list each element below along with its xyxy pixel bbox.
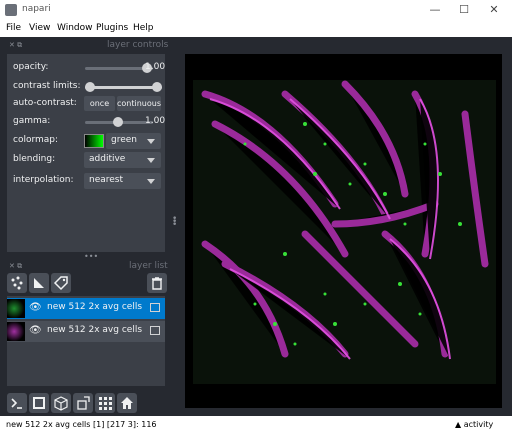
window-title: napari [22,4,51,14]
title-bar: napari — ☐ ✕ [0,0,512,21]
console-button[interactable] [7,393,27,413]
interpolation-dropdown[interactable]: nearest [84,173,161,189]
tag-icon [53,276,68,291]
maximize-button[interactable]: ☐ [455,2,473,18]
home-icon [121,397,133,409]
layer-thumbnail [7,299,25,318]
gamma-slider[interactable] [85,114,153,130]
delete-layer-button[interactable] [147,273,167,293]
opacity-value: 1.00 [145,62,166,72]
auto-contrast-once-button[interactable]: once [84,96,115,111]
terminal-icon [11,398,22,409]
layer-name: new 512 2x avg cells [1] [47,302,145,312]
opacity-label: opacity: [13,62,49,72]
minimize-button[interactable]: — [426,2,444,18]
image-layer-icon [150,326,160,335]
gamma-value: 1.00 [145,116,166,126]
status-bar: new 512 2x avg cells [1] [217 3]: 116 ▲ … [0,416,512,434]
menu-help[interactable]: Help [133,23,154,33]
chevron-down-icon [147,139,155,144]
square-icon [33,397,45,409]
chevron-down-icon [147,179,155,184]
interpolation-label: interpolation: [13,175,74,185]
auto-contrast-label: auto-contrast: [13,98,77,108]
interpolation-value: nearest [89,175,124,185]
eye-icon[interactable]: 👁 [29,302,42,313]
points-icon [11,276,23,290]
grid-view-button[interactable] [95,393,115,413]
activity-button[interactable]: ▲ activity [455,420,493,429]
menu-plugins[interactable]: Plugins [96,23,128,33]
dock-float-close-icons[interactable]: ✕ ⧉ [9,41,22,50]
toggle-3d-button[interactable] [51,393,71,413]
contrast-limits-slider[interactable] [85,79,162,95]
image-layer-icon [150,303,160,312]
viewer-splitter-handle[interactable]: • • • [172,215,177,230]
shapes-icon [34,278,44,288]
colormap-dropdown[interactable]: green [106,133,161,149]
gamma-row: gamma: 1.00 [13,114,166,130]
menu-view[interactable]: View [29,23,50,33]
layer-item[interactable]: 👁 new 512 2x avg cells [7,321,165,342]
microscopy-image [193,80,496,384]
layer-controls-title: layer controls [107,40,169,50]
viewer-canvas[interactable] [185,54,502,408]
eye-icon[interactable]: 👁 [29,325,42,336]
contrast-limits-row: contrast limits: [13,79,163,95]
colormap-value: green [111,135,137,145]
opacity-slider[interactable] [85,60,153,76]
layer-item[interactable]: 👁 new 512 2x avg cells [1] [7,298,165,319]
layer-list-float-close-icons[interactable]: ✕ ⧉ [9,262,22,271]
blending-dropdown[interactable]: additive [84,152,161,168]
chevron-down-icon [147,158,155,163]
blending-value: additive [89,154,126,164]
layer-name: new 512 2x avg cells [47,325,143,335]
dock-splitter-handle[interactable]: ••• [84,252,98,261]
contrast-limits-label: contrast limits: [13,81,81,91]
grid-icon [99,397,112,410]
gamma-slider-handle[interactable] [113,117,123,127]
contrast-limits-min-handle[interactable] [85,82,95,92]
close-button[interactable]: ✕ [485,2,503,18]
status-text: new 512 2x avg cells [1] [217 3]: 116 [6,420,157,429]
layer-list-title: layer list [129,261,168,271]
new-shapes-layer-button[interactable] [29,273,49,293]
trash-icon [152,277,162,290]
menu-window[interactable]: Window [57,23,93,33]
new-points-layer-button[interactable] [7,273,27,293]
activity-label: activity [463,420,494,429]
blending-label: blending: [13,154,56,164]
menu-file[interactable]: File [6,23,21,33]
layer-thumbnail [7,322,25,341]
menu-bar: File View Window Plugins Help [0,21,512,37]
square-toggle-button[interactable] [29,393,49,413]
colormap-label: colormap: [13,135,59,145]
roll-icon [77,396,90,410]
new-labels-layer-button[interactable] [51,273,71,293]
cube-icon [54,396,68,411]
napari-app-icon [5,4,17,16]
roll-dims-button[interactable] [73,393,93,413]
gamma-label: gamma: [13,116,51,126]
colormap-swatch [84,134,104,148]
contrast-limits-max-handle[interactable] [152,82,162,92]
auto-contrast-continuous-button[interactable]: continuous [117,96,161,111]
opacity-row: opacity: 1.00 [13,60,166,76]
contrast-limits-track [85,86,162,89]
home-button[interactable] [117,393,137,413]
